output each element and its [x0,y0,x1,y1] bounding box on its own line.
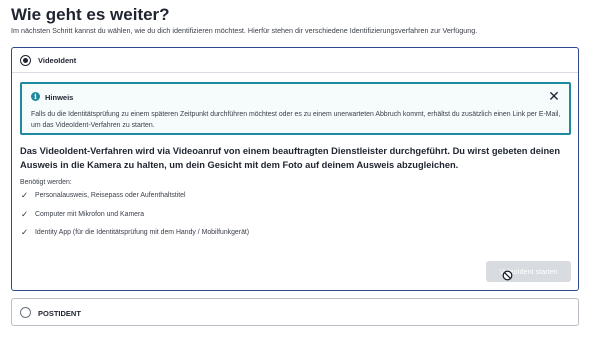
requirements-label: Benötigt werden: [20,179,72,186]
check-icon: ✓ [21,191,29,201]
requirements-list: ✓ Personalausweis, Reisepass oder Aufent… [20,191,249,247]
check-icon: ✓ [21,209,29,220]
check-icon: ✓ [21,228,29,238]
videoident-start-button[interactable]: VideoIdent starten [486,261,571,282]
list-item: ✓ Identity App (für die Identitätsprüfun… [20,228,249,247]
requirement-text: Personalausweis, Reisepass oder Aufentha… [35,192,186,199]
option-card-videoident: VideoIdent i Hinweis ✕ Falls du die Iden… [11,47,579,291]
requirement-text: Computer mit Mikrofon und Kamera [35,210,145,218]
option-label-postident: POSTIDENT [38,309,81,318]
radio-postident[interactable] [20,307,31,318]
page-title: Wie geht es weiter? [11,5,170,24]
list-item: ✓ Computer mit Mikrofon und Kamera [20,210,249,229]
page-subtitle: Im nächsten Schritt kannst du wählen, wi… [11,26,478,35]
hint-box: i Hinweis ✕ Falls du die Identitätsprüfu… [20,82,571,135]
videoident-description: Das VideoIdent-Verfahren wird via Videoa… [20,146,561,170]
hint-title: Hinweis [45,93,74,102]
requirement-text: Identity App (für die Identitätsprüfung … [35,229,250,236]
close-icon[interactable]: ✕ [547,89,561,103]
radio-videoident[interactable] [20,55,31,66]
info-icon: i [31,92,40,101]
not-allowed-cursor-icon [502,270,513,281]
option-card-postident[interactable]: POSTIDENT [11,298,579,326]
list-item: ✓ Personalausweis, Reisepass oder Aufent… [20,191,249,210]
option-label-videoident: VideoIdent [38,56,77,65]
option-header-videoident[interactable]: VideoIdent [12,48,578,73]
hint-text: Falls du die Identitätsprüfung zu einem … [31,111,561,129]
